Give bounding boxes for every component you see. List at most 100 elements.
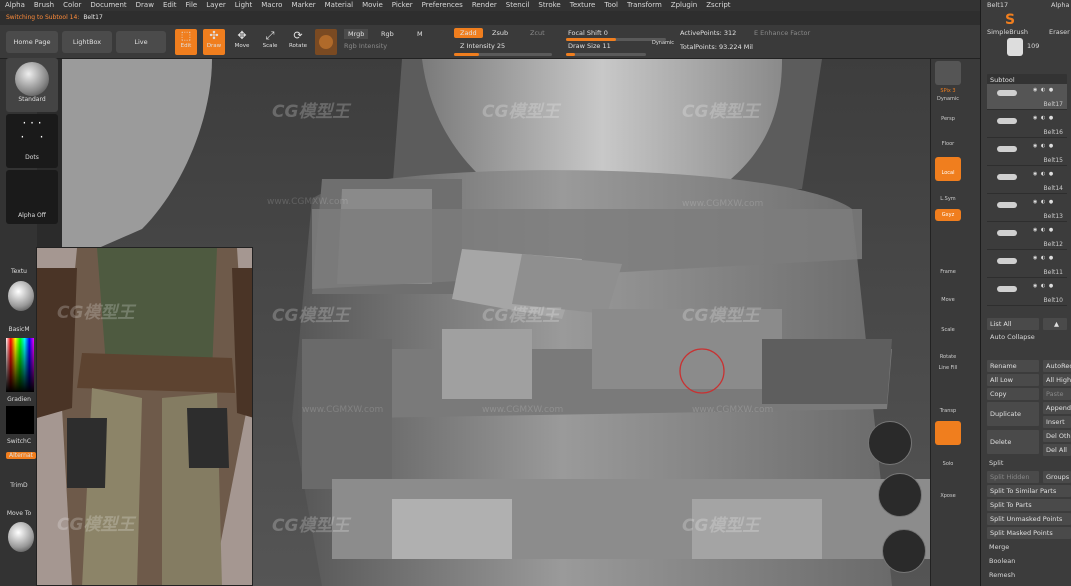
transp-button[interactable]: Transp bbox=[931, 408, 965, 414]
subtool-visibility-icon[interactable]: ◉ ◐ ● bbox=[1033, 199, 1065, 205]
move-button[interactable]: ✥ Move bbox=[231, 29, 253, 55]
menu-item-file[interactable]: File bbox=[186, 0, 198, 11]
auto-collapse-button[interactable]: Auto Collapse bbox=[990, 333, 1035, 341]
subtool-item[interactable]: ◉ ◐ ● Belt10 bbox=[987, 280, 1067, 306]
del-other-button[interactable]: Del Othe bbox=[1043, 430, 1071, 442]
subtool-visibility-icon[interactable]: ◉ ◐ ● bbox=[1033, 283, 1065, 289]
split-section-header[interactable]: Split bbox=[989, 459, 1003, 467]
simplebrush-icon[interactable]: S bbox=[1005, 12, 1023, 28]
menu-item-layer[interactable]: Layer bbox=[206, 0, 226, 11]
menu-item-tool[interactable]: Tool bbox=[604, 0, 618, 11]
split-hidden-button[interactable]: Split Hidden bbox=[987, 471, 1039, 483]
mrgb-button[interactable]: Mrgb bbox=[344, 29, 369, 39]
menu-item-stroke[interactable]: Stroke bbox=[538, 0, 560, 11]
navigation-sphere[interactable] bbox=[868, 421, 912, 465]
subtool-item[interactable]: ◉ ◐ ● Belt11 bbox=[987, 252, 1067, 278]
move-view-button[interactable]: Move bbox=[931, 297, 965, 303]
rename-button[interactable]: Rename bbox=[987, 360, 1039, 372]
gradient-toggle[interactable]: Gradien bbox=[4, 396, 34, 403]
lsym-button[interactable]: L.Sym bbox=[931, 196, 965, 202]
draw-size-slider[interactable]: Draw Size 11 bbox=[568, 42, 611, 50]
rotate-button[interactable]: ⟳ Rotate bbox=[287, 29, 309, 55]
menu-item-edit[interactable]: Edit bbox=[163, 0, 177, 11]
menu-item-movie[interactable]: Movie bbox=[362, 0, 383, 11]
split-parts-button[interactable]: Split To Parts bbox=[987, 499, 1071, 511]
duplicate-button[interactable]: Duplicate bbox=[987, 402, 1039, 426]
navigation-sphere[interactable] bbox=[882, 529, 926, 573]
all-low-button[interactable]: All Low bbox=[987, 374, 1039, 386]
alpha-selector[interactable]: Alpha Off bbox=[6, 170, 58, 224]
enhance-factor-slider[interactable]: E Enhance Factor bbox=[754, 29, 810, 37]
gxyz-button[interactable]: Gxyz bbox=[935, 209, 961, 221]
lightbox-button[interactable]: LightBox bbox=[62, 31, 112, 53]
append-button[interactable]: Append bbox=[1043, 402, 1071, 414]
move-tool-label[interactable]: Move To bbox=[4, 510, 34, 517]
subtool-item[interactable]: ◉ ◐ ● Belt12 bbox=[987, 224, 1067, 250]
subtool-item[interactable]: ◉ ◐ ● Belt14 bbox=[987, 168, 1067, 194]
menu-item-texture[interactable]: Texture bbox=[570, 0, 596, 11]
dynamic-button[interactable]: Dynamic bbox=[652, 40, 674, 46]
polymesh-icon[interactable] bbox=[1007, 38, 1023, 56]
menu-item-picker[interactable]: Picker bbox=[392, 0, 413, 11]
menu-item-preferences[interactable]: Preferences bbox=[422, 0, 463, 11]
del-all-button[interactable]: Del All bbox=[1043, 444, 1071, 456]
move-brush-icon[interactable] bbox=[8, 522, 34, 552]
brush-selector[interactable]: Standard bbox=[6, 58, 58, 112]
subtool-item[interactable]: ◉ ◐ ● Belt15 bbox=[987, 140, 1067, 166]
navigation-sphere[interactable] bbox=[878, 473, 922, 517]
list-all-button[interactable]: List All bbox=[987, 318, 1039, 330]
bpr-button[interactable] bbox=[935, 61, 961, 85]
subtool-visibility-icon[interactable]: ◉ ◐ ● bbox=[1033, 143, 1065, 149]
menu-item-color[interactable]: Color bbox=[63, 0, 81, 11]
local-button[interactable]: Local bbox=[935, 157, 961, 181]
zadd-button[interactable]: Zadd bbox=[454, 28, 483, 38]
menu-item-marker[interactable]: Marker bbox=[291, 0, 315, 11]
split-similar-parts-button[interactable]: Split To Similar Parts bbox=[987, 485, 1071, 497]
menu-item-draw[interactable]: Draw bbox=[136, 0, 154, 11]
menu-item-stencil[interactable]: Stencil bbox=[506, 0, 530, 11]
secondary-color-swatch[interactable] bbox=[6, 406, 34, 434]
alternate-button[interactable]: Alternat bbox=[6, 452, 36, 459]
split-unmasked-button[interactable]: Split Unmasked Points bbox=[987, 513, 1071, 525]
menu-item-brush[interactable]: Brush bbox=[34, 0, 54, 11]
material-sphere-icon[interactable] bbox=[8, 281, 34, 311]
scale-view-button[interactable]: Scale bbox=[931, 327, 965, 333]
subtool-visibility-icon[interactable]: ◉ ◐ ● bbox=[1033, 255, 1065, 261]
zcut-button[interactable]: Zcut bbox=[530, 29, 545, 37]
switch-color-button[interactable]: SwitchC bbox=[4, 438, 34, 445]
edit-button[interactable]: ⬚ Edit bbox=[175, 29, 197, 55]
subtool-visibility-icon[interactable]: ◉ ◐ ● bbox=[1033, 115, 1065, 121]
brush-orange-button[interactable] bbox=[935, 421, 961, 445]
copy-button[interactable]: Copy bbox=[987, 388, 1039, 400]
menu-item-zplugin[interactable]: Zplugin bbox=[671, 0, 697, 11]
menu-item-zscript[interactable]: Zscript bbox=[706, 0, 730, 11]
remesh-section-header[interactable]: Remesh bbox=[989, 571, 1015, 579]
zsub-button[interactable]: Zsub bbox=[492, 29, 508, 37]
z-intensity-slider[interactable]: Z Intensity 25 bbox=[460, 42, 505, 50]
trim-brush-label[interactable]: TrimD bbox=[4, 482, 34, 489]
live-boolean-button[interactable]: Live Boolean bbox=[116, 31, 166, 68]
groups-split-button[interactable]: Groups bbox=[1043, 471, 1071, 483]
rotate-view-button[interactable]: Rotate bbox=[931, 354, 965, 360]
rgb-button[interactable]: Rgb bbox=[381, 30, 394, 38]
material-swatch[interactable] bbox=[315, 29, 337, 55]
color-picker[interactable] bbox=[6, 338, 34, 392]
draw-button[interactable]: ✣ Draw bbox=[203, 29, 225, 55]
xpose-button[interactable]: Xpose bbox=[931, 493, 965, 499]
focal-shift-slider[interactable]: Focal Shift 0 bbox=[568, 29, 608, 37]
menu-item-light[interactable]: Light bbox=[235, 0, 252, 11]
focal-shift-track[interactable] bbox=[566, 38, 666, 41]
menu-item-alpha[interactable]: Alpha bbox=[5, 0, 25, 11]
menu-item-render[interactable]: Render bbox=[472, 0, 497, 11]
boolean-section-header[interactable]: Boolean bbox=[989, 557, 1015, 565]
autoreorder-button[interactable]: AutoReo bbox=[1043, 360, 1071, 372]
split-masked-button[interactable]: Split Masked Points bbox=[987, 527, 1071, 539]
subtool-item[interactable]: ◉ ◐ ● Belt16 bbox=[987, 112, 1067, 138]
rgb-intensity-slider[interactable]: Rgb Intensity bbox=[344, 42, 387, 50]
persp-button[interactable]: Persp bbox=[931, 116, 965, 122]
subtool-visibility-icon[interactable]: ◉ ◐ ● bbox=[1033, 227, 1065, 233]
draw-size-track[interactable] bbox=[566, 53, 646, 56]
subtool-item[interactable]: ◉ ◐ ● Belt17 bbox=[987, 84, 1067, 110]
all-high-button[interactable]: All High bbox=[1043, 374, 1071, 386]
eraser-label[interactable]: Eraser bbox=[1049, 28, 1070, 36]
